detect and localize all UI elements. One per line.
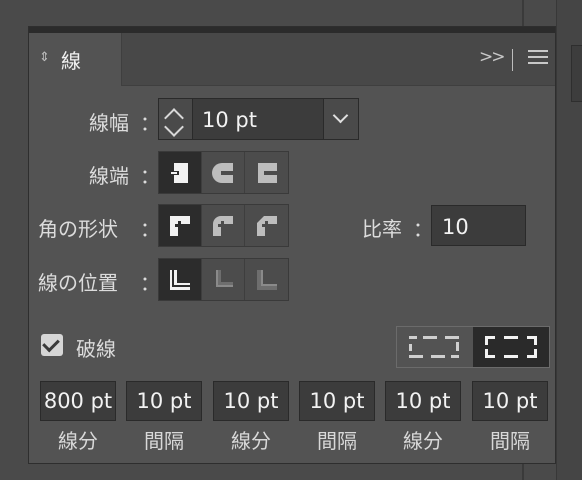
gap-2-label: 間隔 [317,429,357,453]
dash-1-label: 線分 [58,429,98,453]
round-cap-icon[interactable] [202,152,245,193]
dashed-checkbox[interactable] [41,334,63,356]
panel-tab-bar: ⇕ 線 >> [29,33,555,86]
corner-colon: ： [140,217,160,241]
round-join-icon[interactable] [202,205,245,246]
stroke-panel: ⇕ 線 >> 線幅 ： 10 pt 線端 ： 角の形状 ： 比率 ： 10 線の… [28,26,556,464]
background-panel-edge [556,0,582,480]
align-dash-corners-icon[interactable] [473,327,549,367]
weight-input[interactable]: 10 pt [192,98,324,140]
divider [512,49,513,71]
gap-1-label: 間隔 [144,429,184,453]
align-outside-icon[interactable] [245,259,288,300]
projecting-cap-icon[interactable] [245,152,288,193]
bevel-join-icon[interactable] [245,205,288,246]
butt-cap-icon[interactable] [159,152,202,193]
dash-2-input[interactable]: 10 pt [213,381,289,421]
gap-3-input[interactable]: 10 pt [472,381,548,421]
dash-3-input[interactable]: 10 pt [385,381,461,421]
preserve-dash-icon[interactable] [397,327,473,367]
dash-3-label: 線分 [403,429,443,453]
tab-stroke[interactable]: ⇕ 線 [29,33,122,86]
weight-colon: ： [140,111,160,135]
cap-label: 線端 [89,164,129,188]
double-chevron-right-icon[interactable]: >> [479,47,505,67]
weight-label: 線幅 [89,111,129,135]
updown-arrows-icon[interactable]: ⇕ [39,50,50,65]
stepper-icon[interactable] [158,98,193,140]
align-inside-icon[interactable] [202,259,245,300]
chevron-down-icon[interactable] [323,98,359,140]
align-label: 線の位置 [38,271,118,295]
corner-button-group [158,204,289,247]
dash-2-label: 線分 [231,429,271,453]
miter-join-icon[interactable] [159,205,202,246]
gap-3-label: 間隔 [490,429,530,453]
hamburger-menu-icon[interactable] [528,47,550,67]
corner-label: 角の形状 [38,217,118,241]
gap-1-input[interactable]: 10 pt [126,381,202,421]
scrollbar[interactable] [571,45,582,102]
align-colon: ： [140,271,160,295]
dash-mode-group [396,326,550,368]
limit-label: 比率 [362,217,402,241]
align-button-group [158,258,289,301]
tab-title: 線 [61,49,81,73]
limit-colon: ： [413,217,433,241]
cap-button-group [158,151,289,194]
dash-1-input[interactable]: 800 pt [40,381,116,421]
limit-input[interactable]: 10 [431,205,526,246]
dashed-label: 破線 [76,337,116,361]
cap-colon: ： [140,164,160,188]
align-center-icon[interactable] [159,259,202,300]
gap-2-input[interactable]: 10 pt [299,381,375,421]
